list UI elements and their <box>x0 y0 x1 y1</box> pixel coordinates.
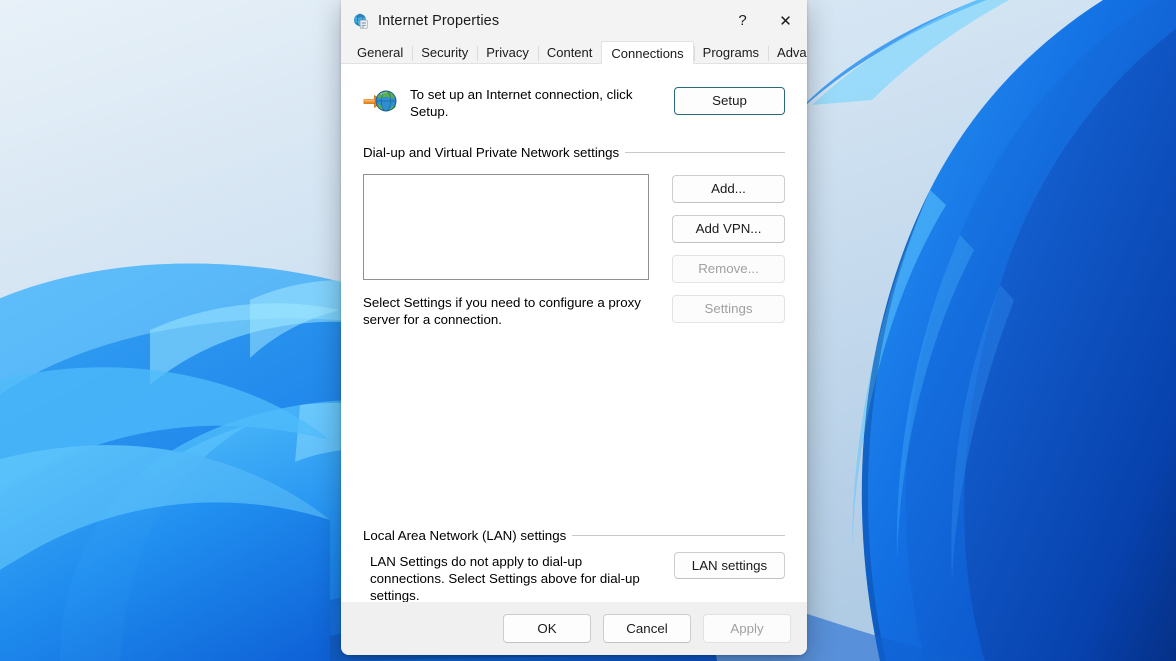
caption-buttons: ? ✕ <box>721 0 807 41</box>
dialup-group-rule <box>625 152 785 153</box>
title-bar: Internet Properties ? ✕ <box>341 0 807 41</box>
window-title: Internet Properties <box>378 12 500 29</box>
proxy-hint-text: Select Settings if you need to configure… <box>363 295 641 327</box>
internet-connection-globe-icon <box>363 90 397 112</box>
lan-body: LAN Settings do not apply to dial-up con… <box>363 552 785 602</box>
tab-privacy[interactable]: Privacy <box>477 43 538 63</box>
dialup-connections-list[interactable] <box>363 174 649 280</box>
dialog-footer: OK Cancel Apply <box>341 602 807 655</box>
add-button[interactable]: Add... <box>672 175 785 203</box>
dialup-group-caption: Dial-up and Virtual Private Network sett… <box>363 145 785 160</box>
internet-properties-dialog: Internet Properties ? ✕ General Security… <box>341 0 807 655</box>
help-button[interactable]: ? <box>721 0 764 41</box>
setup-description: To set up an Internet connection, click … <box>410 87 633 119</box>
tab-strip: General Security Privacy Content Connect… <box>341 41 807 64</box>
lan-group-rule <box>572 535 785 536</box>
tab-general[interactable]: General <box>348 43 413 63</box>
ok-button[interactable]: OK <box>503 614 591 643</box>
lan-group-caption-text: Local Area Network (LAN) settings <box>363 528 567 543</box>
dialup-body: Select Settings if you need to configure… <box>363 174 785 328</box>
lan-settings-button[interactable]: LAN settings <box>674 552 785 579</box>
tab-security[interactable]: Security <box>412 43 478 63</box>
tab-content[interactable]: Content <box>537 43 602 63</box>
tab-programs[interactable]: Programs <box>693 43 769 63</box>
setup-button[interactable]: Setup <box>674 87 785 115</box>
lan-group-caption: Local Area Network (LAN) settings <box>363 528 785 543</box>
apply-button[interactable]: Apply <box>703 614 791 643</box>
connections-tab-page: To set up an Internet connection, click … <box>341 63 807 602</box>
add-vpn-button[interactable]: Add VPN... <box>672 215 785 243</box>
dialup-button-column: Add... Add VPN... Remove... Settings <box>672 175 785 323</box>
tab-connections[interactable]: Connections <box>601 41 694 64</box>
desktop: Internet Properties ? ✕ General Security… <box>0 0 1176 661</box>
tab-advanced[interactable]: Advanced <box>768 43 807 63</box>
dialup-group-caption-text: Dial-up and Virtual Private Network sett… <box>363 145 620 160</box>
internet-properties-icon <box>354 13 368 29</box>
setup-section: To set up an Internet connection, click … <box>363 86 785 120</box>
close-icon[interactable]: ✕ <box>764 0 807 41</box>
cancel-button[interactable]: Cancel <box>603 614 691 643</box>
remove-button[interactable]: Remove... <box>672 255 785 283</box>
settings-button[interactable]: Settings <box>672 295 785 323</box>
lan-description: LAN Settings do not apply to dial-up con… <box>370 554 640 602</box>
